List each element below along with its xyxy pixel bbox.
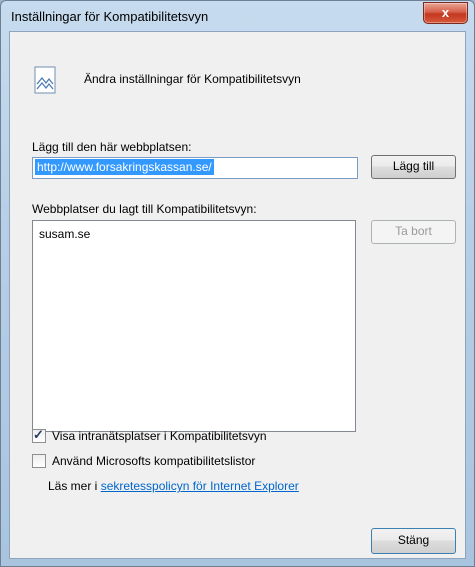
title-bar[interactable]: Inställningar för Kompatibilitetsvyn x: [1, 1, 474, 31]
remove-site-button[interactable]: Ta bort: [371, 220, 456, 244]
intranet-checkbox[interactable]: [32, 427, 46, 443]
ms-lists-checkbox[interactable]: [32, 454, 46, 468]
add-site-input[interactable]: http://www.forsakringskassan.se/: [32, 157, 358, 179]
add-site-button[interactable]: Lägg till: [371, 155, 456, 179]
compat-settings-window: Inställningar för Kompatibilitetsvyn x Ä…: [0, 0, 475, 567]
privacy-policy-link[interactable]: sekretesspolicyn för Internet Explorer: [101, 479, 299, 493]
list-item[interactable]: susam.se: [39, 227, 90, 241]
intranet-option[interactable]: Visa intranätsplatser i Kompatibilitetsv…: [32, 427, 267, 443]
more-info-row: Läs mer i sekretesspolicyn för Internet …: [48, 479, 299, 493]
add-site-label: Lägg till den här webbplatsen:: [32, 140, 192, 154]
site-list-label: Webbplatser du lagt till Kompatibilitets…: [32, 202, 257, 216]
site-list[interactable]: susam.se: [32, 220, 356, 432]
window-title: Inställningar för Kompatibilitetsvyn: [11, 9, 209, 24]
compatibility-view-icon: [34, 66, 56, 94]
dialog-header-text: Ändra inställningar för Kompatibilitetsv…: [84, 72, 301, 86]
ms-lists-option[interactable]: Använd Microsofts kompatibilitetslistor: [32, 454, 255, 468]
add-site-input-value: http://www.forsakringskassan.se/: [35, 159, 214, 175]
close-button[interactable]: Stäng: [371, 528, 456, 554]
dialog-client-area: Ändra inställningar för Kompatibilitetsv…: [9, 31, 466, 559]
more-info-prefix: Läs mer i: [48, 479, 101, 493]
intranet-checkbox-label[interactable]: Visa intranätsplatser i Kompatibilitetsv…: [52, 429, 267, 443]
close-icon: x: [441, 5, 450, 20]
close-window-button[interactable]: x: [423, 2, 468, 24]
ms-lists-checkbox-label[interactable]: Använd Microsofts kompatibilitetslistor: [52, 454, 255, 468]
